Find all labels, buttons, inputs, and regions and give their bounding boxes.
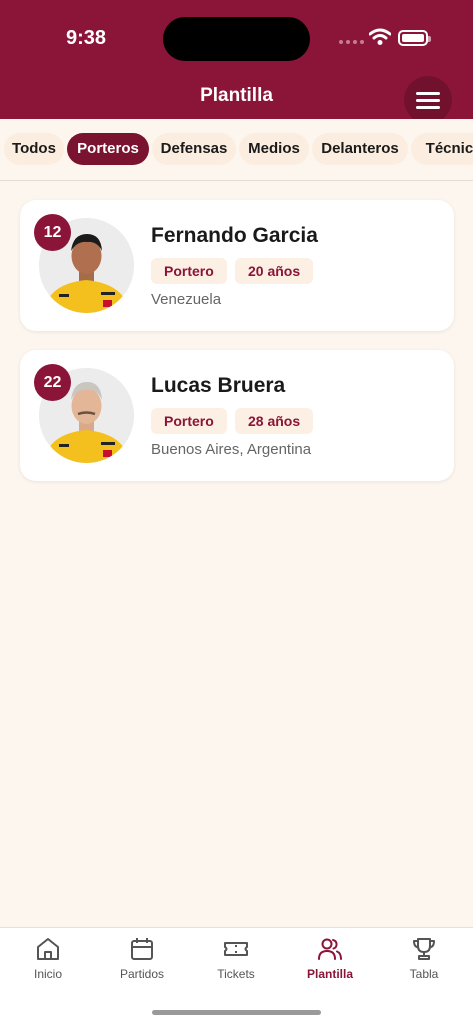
- battery-icon: [398, 30, 431, 46]
- dynamic-island: [163, 17, 310, 61]
- cellular-signal-icon: [339, 40, 364, 44]
- position-tag: Portero: [151, 258, 227, 284]
- page-title: Plantilla: [200, 85, 273, 106]
- hamburger-menu-icon: [416, 91, 440, 95]
- trophy-icon: [413, 938, 435, 960]
- ticket-icon: [224, 942, 248, 956]
- users-icon: [318, 938, 342, 960]
- age-tag: 28 años: [235, 408, 314, 434]
- tab-label: Tabla: [409, 967, 439, 981]
- filter-chip-medios[interactable]: Medios: [239, 133, 309, 165]
- tab-label: Plantilla: [306, 967, 353, 981]
- position-tag: Portero: [151, 408, 227, 434]
- age-tag: 20 años: [235, 258, 314, 284]
- tab-inicio[interactable]: Inicio: [1, 928, 95, 998]
- player-card[interactable]: 22 Lucas Bruera Portero 28 años Buenos A…: [20, 350, 454, 481]
- player-location: Buenos Aires, Argentina: [151, 441, 312, 458]
- player-card[interactable]: 12 Fernando Garcia Portero 20 años Venez…: [20, 200, 454, 331]
- player-name: Lucas Bruera: [151, 374, 286, 397]
- tab-tabla[interactable]: Tabla: [377, 928, 471, 998]
- menu-button[interactable]: [404, 76, 452, 124]
- tab-plantilla[interactable]: Plantilla: [283, 928, 377, 998]
- jersey-number-badge: 22: [34, 364, 71, 401]
- home-icon: [37, 938, 59, 960]
- filter-chip-tecnico[interactable]: Técnico: [411, 133, 473, 165]
- tab-partidos[interactable]: Partidos: [95, 928, 189, 998]
- filter-chip-delanteros[interactable]: Delanteros: [312, 133, 408, 165]
- tab-label: Inicio: [33, 967, 62, 981]
- filter-chip-porteros[interactable]: Porteros: [67, 133, 149, 165]
- tab-label: Tickets: [217, 967, 255, 981]
- wifi-icon: [369, 28, 391, 45]
- position-filter-bar: Todos Porteros Defensas Medios Delantero…: [0, 119, 473, 181]
- player-name: Fernando Garcia: [151, 224, 318, 247]
- filter-chip-todos[interactable]: Todos: [4, 133, 64, 165]
- calendar-icon: [131, 938, 153, 960]
- app-header: 9:38 Plantilla: [0, 0, 473, 124]
- filter-chip-defensas[interactable]: Defensas: [152, 133, 236, 165]
- jersey-number-badge: 12: [34, 214, 71, 251]
- status-bar: 9:38: [0, 0, 473, 75]
- home-indicator: [152, 1010, 321, 1015]
- status-time: 9:38: [66, 27, 107, 49]
- player-location: Venezuela: [151, 291, 222, 308]
- tab-tickets[interactable]: Tickets: [189, 928, 283, 998]
- tab-label: Partidos: [119, 967, 165, 981]
